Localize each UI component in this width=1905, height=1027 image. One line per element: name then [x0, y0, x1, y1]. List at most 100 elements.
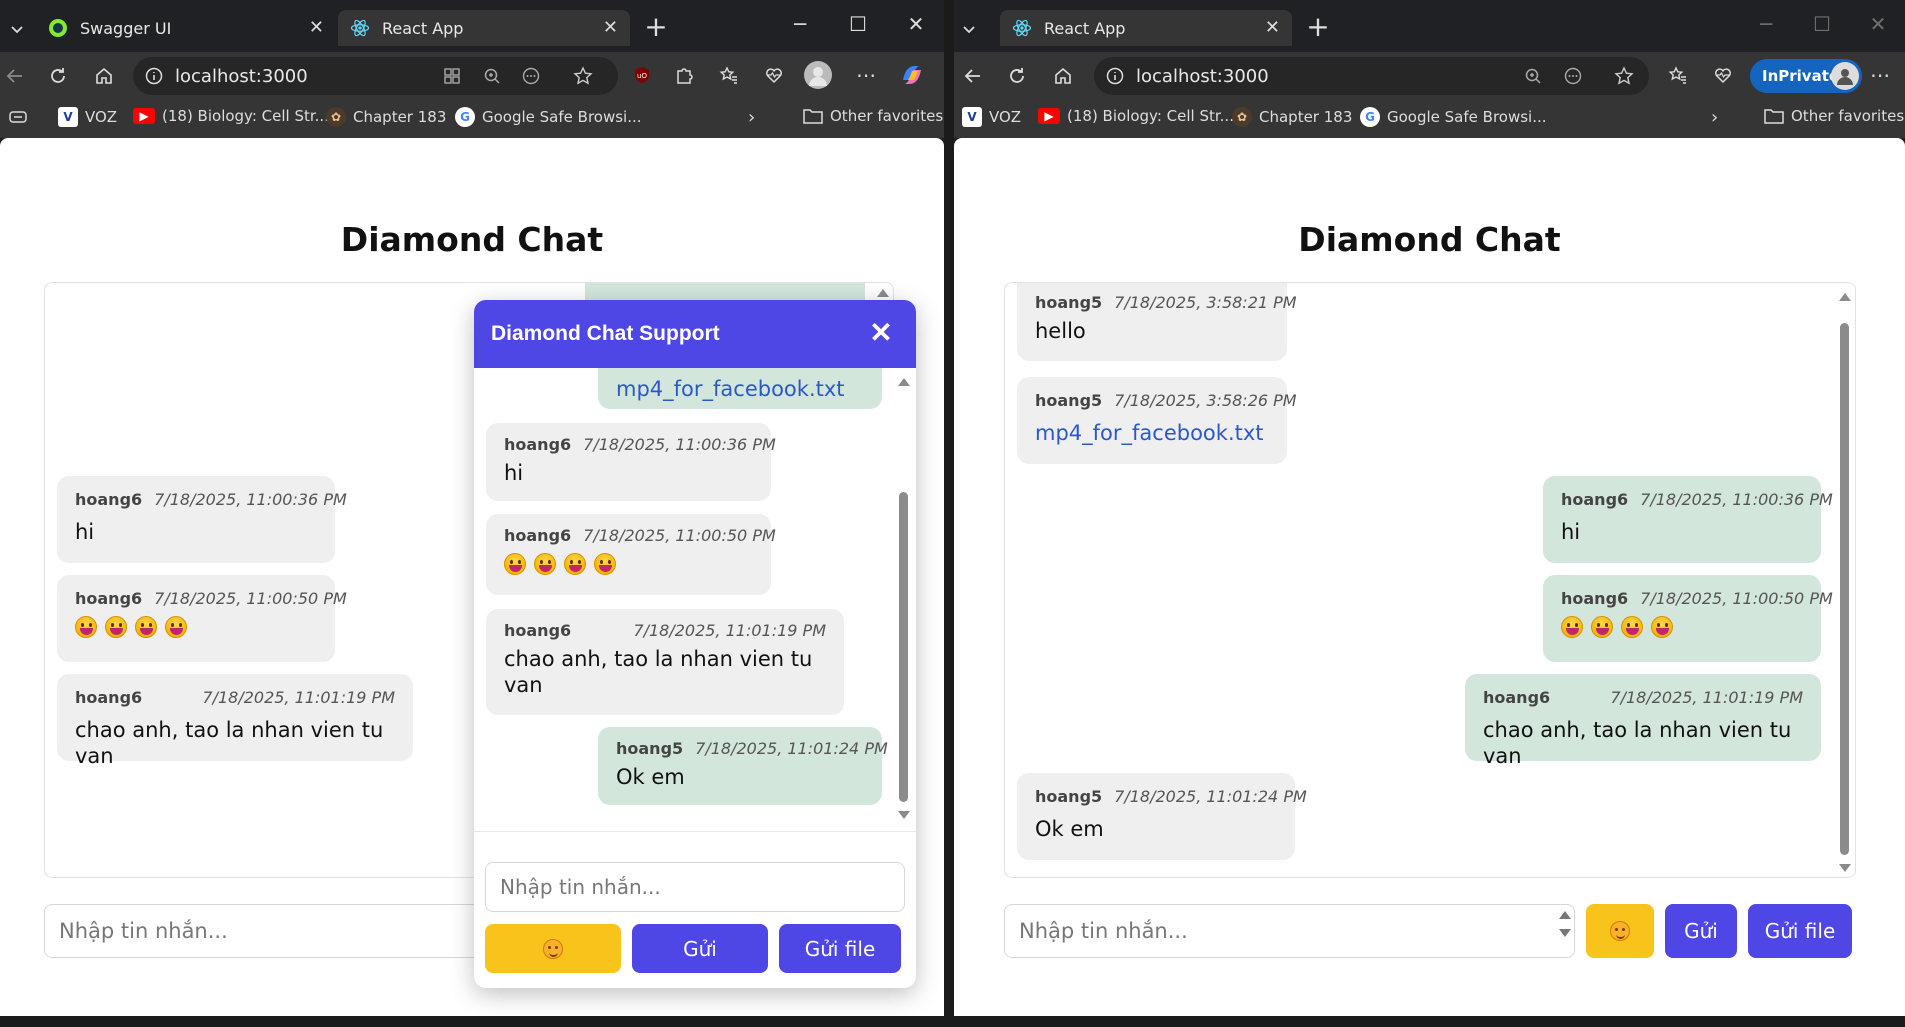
close-tab-icon[interactable]: ✕ — [603, 17, 618, 38]
home-icon[interactable] — [89, 61, 119, 91]
favorite-voz[interactable]: V VOZ — [962, 107, 1021, 127]
tab-actions-chevron-icon[interactable] — [954, 14, 984, 44]
tab-swagger-ui[interactable]: Swagger UI ✕ — [36, 10, 336, 46]
address-bar[interactable]: localhost:3000 — [133, 57, 618, 95]
scroll-up-arrow-icon[interactable] — [1839, 293, 1851, 301]
file-link[interactable]: mp4_for_facebook.txt — [1035, 420, 1269, 446]
favorite-star-icon[interactable] — [573, 66, 593, 86]
minimize-icon[interactable]: ─ — [1750, 12, 1782, 36]
message-meta: hoang5 7/18/2025, 3:58:21 PM — [1035, 293, 1297, 312]
favorite-youtube-biology[interactable]: ▶ (18) Biology: Cell Str... — [133, 107, 329, 125]
scroll-down-arrow-icon[interactable] — [1839, 864, 1851, 872]
message-text-line: chao anh, tao la nhan vien tu — [504, 647, 813, 671]
message-text: Ok em — [616, 765, 685, 789]
browser-essentials-heart-icon[interactable] — [760, 61, 788, 89]
send-file-button[interactable]: Gửi file — [1748, 904, 1852, 958]
back-arrow-icon[interactable] — [0, 61, 30, 91]
message-input[interactable]: Nhập tin nhắn... — [44, 904, 544, 958]
minimize-icon[interactable]: ─ — [784, 12, 816, 36]
favorite-google-safe-browsing[interactable]: G Google Safe Browsi... — [1360, 107, 1547, 127]
favorites-list-icon[interactable] — [715, 61, 743, 89]
grinning-emoji-icon — [504, 553, 526, 575]
send-button[interactable]: Gửi — [1665, 904, 1737, 958]
favorite-youtube-biology[interactable]: ▶ (18) Biology: Cell Str... — [1038, 107, 1234, 125]
other-favorites-folder[interactable]: Other favorites — [803, 107, 943, 125]
home-icon[interactable] — [1048, 61, 1078, 91]
page-content: Diamond Chat hoang5 7/18/2025, 3:58:21 PM… — [954, 138, 1905, 1016]
emoji-button[interactable] — [1586, 904, 1654, 958]
message-timestamp: 7/18/2025, 11:01:19 PM — [633, 621, 826, 640]
widget-send-button[interactable]: Gửi — [632, 924, 768, 973]
message-username: hoang6 — [1561, 589, 1629, 608]
message-text: hi — [1561, 520, 1581, 544]
widget-emoji-button[interactable] — [485, 924, 621, 973]
more-options-circle-icon[interactable] — [522, 67, 540, 85]
message-bubble-partial: mp4_for_facebook.txt — [598, 368, 882, 409]
tab-react-app[interactable]: React App ✕ — [1000, 10, 1292, 46]
message-meta: hoang6 7/18/2025, 11:00:50 PM — [504, 526, 776, 545]
close-tab-icon[interactable]: ✕ — [1265, 17, 1280, 38]
favorite-star-icon[interactable] — [1614, 66, 1634, 86]
maximize-icon[interactable]: ☐ — [1806, 12, 1838, 36]
file-link[interactable]: mp4_for_facebook.txt — [616, 376, 845, 402]
copilot-icon[interactable] — [898, 61, 926, 89]
new-tab-plus-icon[interactable]: + — [640, 12, 672, 44]
favorite-label: VOZ — [989, 108, 1022, 126]
tab-actions-chevron-icon[interactable] — [2, 14, 32, 44]
close-window-icon[interactable]: ✕ — [900, 12, 932, 36]
scroll-up-arrow-icon[interactable] — [898, 378, 910, 386]
tab-react-app[interactable]: React App ✕ — [338, 10, 630, 46]
reading-list-icon[interactable] — [8, 107, 28, 127]
tab-strip: Swagger UI ✕ React App ✕ + ─ ☐ ✕ — [0, 0, 944, 52]
app-grid-icon[interactable] — [443, 67, 461, 85]
other-favorites-folder[interactable]: Other favorites — [1764, 107, 1904, 125]
message-input[interactable]: Nhập tin nhắn... — [1004, 904, 1575, 958]
favorite-chapter-183[interactable]: ✿ Chapter 183 — [1232, 107, 1352, 127]
more-options-circle-icon[interactable] — [1564, 67, 1582, 85]
close-widget-icon[interactable]: ✕ — [868, 319, 894, 347]
extensions-icon[interactable] — [670, 61, 698, 89]
refresh-icon[interactable] — [43, 61, 73, 91]
message-bubble: hoang6 7/18/2025, 11:00:36 PM hi — [1543, 476, 1833, 563]
ublock-icon[interactable]: uO — [628, 61, 656, 89]
message-bubble: hoang6 7/18/2025, 11:00:50 PM — [57, 575, 347, 662]
maximize-icon[interactable]: ☐ — [842, 12, 874, 36]
favorites-overflow-chevron-icon[interactable]: › — [1711, 107, 1718, 128]
favorites-list-icon[interactable] — [1664, 61, 1692, 89]
info-icon[interactable] — [145, 67, 163, 85]
info-icon[interactable] — [1106, 67, 1124, 85]
smile-icon — [1610, 921, 1630, 941]
widget-send-file-button[interactable]: Gửi file — [779, 924, 901, 973]
new-tab-plus-icon[interactable]: + — [1302, 12, 1334, 44]
address-bar[interactable]: localhost:3000 — [1094, 57, 1649, 95]
youtube-icon: ▶ — [1038, 108, 1060, 124]
message-bubble: hoang6 7/18/2025, 11:00:50 PM — [486, 514, 776, 595]
scroll-up-arrow-icon[interactable] — [877, 289, 889, 297]
zoom-icon[interactable] — [483, 67, 501, 85]
favorite-google-safe-browsing[interactable]: G Google Safe Browsi... — [455, 107, 642, 127]
widget-header: Diamond Chat Support ✕ — [474, 300, 916, 368]
zoom-icon[interactable] — [1524, 67, 1542, 85]
inprivate-badge[interactable]: InPrivate — [1750, 59, 1862, 93]
favorites-overflow-chevron-icon[interactable]: › — [748, 107, 755, 128]
scrollbar-thumb[interactable] — [899, 492, 908, 802]
profile-avatar-icon[interactable] — [804, 61, 832, 89]
refresh-icon[interactable] — [1002, 61, 1032, 91]
react-icon — [1012, 18, 1032, 38]
scroll-down-arrow-icon[interactable] — [898, 811, 910, 819]
back-arrow-icon[interactable] — [958, 61, 988, 91]
favorite-label: Chapter 183 — [1259, 108, 1353, 126]
favorite-chapter-183[interactable]: ✿ Chapter 183 — [326, 107, 446, 127]
chat-message-list[interactable]: hoang5 7/18/2025, 3:58:21 PM hello hoang5… — [1004, 282, 1856, 878]
widget-message-input[interactable]: Nhập tin nhắn... — [485, 862, 905, 912]
address-toolbar: localhost:3000 uO ⋯ — [0, 52, 944, 98]
message-username: hoang6 — [504, 435, 572, 454]
scrollbar-thumb[interactable] — [1840, 323, 1849, 855]
close-window-icon[interactable]: ✕ — [1862, 12, 1894, 36]
widget-message-list[interactable]: mp4_for_facebook.txt hoang6 7/18/2025, 11… — [474, 368, 916, 832]
favorite-voz[interactable]: V VOZ — [58, 107, 117, 127]
browser-essentials-heart-icon[interactable] — [1709, 61, 1737, 89]
close-tab-icon[interactable]: ✕ — [309, 17, 324, 38]
more-menu-icon[interactable]: ⋯ — [1866, 61, 1894, 89]
more-menu-icon[interactable]: ⋯ — [852, 61, 880, 89]
